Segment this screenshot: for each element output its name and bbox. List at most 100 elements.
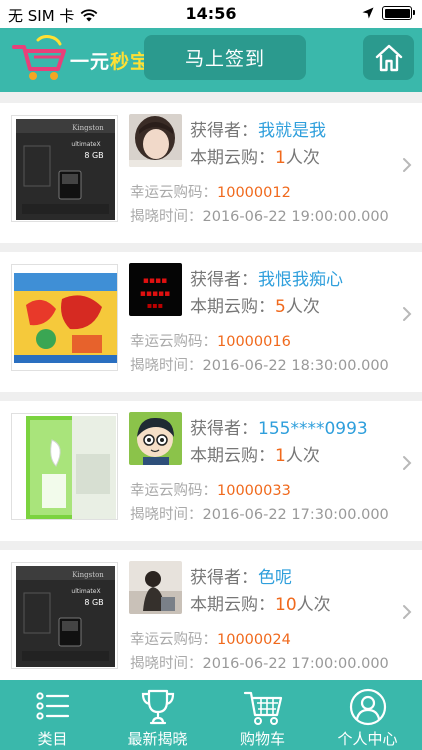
product-image: Kingston ultimateX 8 GB [11,562,118,669]
winner-name[interactable]: 我恨我痴心 [258,270,343,290]
list-item[interactable]: ▪▪▪▪ ▪▪▪▪▪ ▪▪▪ 获得者：我恨我痴心 本期云购：5人次 幸运云购码：… [0,252,422,392]
chevron-right-icon [403,605,412,619]
svg-text:▪▪▪▪▪: ▪▪▪▪▪ [140,289,171,299]
home-icon [375,44,402,71]
list-icon [35,692,69,720]
tab-categories[interactable]: 类目 [0,680,105,750]
reveal-time-value: 2016-06-22 18:30:00.000 [202,358,389,374]
winner-name[interactable]: 色呢 [258,568,292,588]
avatar [129,114,182,167]
participation-unit: 人次 [296,595,331,615]
participation-label: 本期云购： [190,595,275,615]
participation-count: 5 [275,297,286,317]
participation-line: 本期云购：1人次 [190,143,320,168]
lucky-code-value: 10000012 [217,185,291,201]
lucky-code-label: 幸运云购码： [130,334,217,350]
user-icon [349,688,386,726]
winner-line: 获得者：155****0993 [190,414,368,439]
winner-line: 获得者：色呢 [190,563,292,588]
participation-label: 本期云购： [190,446,275,466]
tab-label: 类目 [37,730,68,748]
participation-unit: 人次 [285,297,320,317]
logo-text-main: 一元 [70,51,111,73]
avatar [129,412,182,465]
participation-line: 本期云购：5人次 [190,292,320,317]
participation-unit: 人次 [285,148,320,168]
participation-line: 本期云购：10人次 [190,590,331,615]
product-image: Kingston ultimateX 8 GB [11,115,118,222]
status-bar: 无 SIM 卡 14:56 [0,0,422,28]
winner-label: 获得者： [190,419,258,439]
svg-text:▪▪▪: ▪▪▪ [147,301,163,310]
cart-logo-icon [12,35,66,80]
svg-text:8 GB: 8 GB [84,151,103,160]
avatar: ▪▪▪▪ ▪▪▪▪▪ ▪▪▪ [129,263,182,316]
reveal-time-label: 揭晓时间： [130,507,203,523]
winner-label: 获得者： [190,270,258,290]
tab-label: 个人中心 [337,730,398,748]
svg-text:Kingston: Kingston [72,124,104,132]
lucky-code-line: 幸运云购码：10000033 [130,479,291,500]
svg-text:8 GB: 8 GB [84,598,103,607]
logo-text: 一元秒宝 [70,47,150,74]
winner-label: 获得者： [190,121,258,141]
home-button[interactable] [363,35,414,80]
svg-text:ultimateX: ultimateX [71,141,100,148]
reveal-time-line: 揭晓时间：2016-06-22 19:00:00.000 [130,205,389,226]
tab-label: 购物车 [239,730,285,748]
svg-text:ultimateX: ultimateX [71,588,100,595]
lucky-code-line: 幸运云购码：10000016 [130,330,291,351]
lucky-code-line: 幸运云购码：10000024 [130,628,291,649]
reveal-time-line: 揭晓时间：2016-06-22 17:30:00.000 [130,503,389,524]
svg-text:Kingston: Kingston [72,571,104,579]
status-time: 14:56 [185,4,237,23]
signin-button[interactable]: 马上签到 [144,35,306,80]
product-image [11,413,118,520]
lucky-code-value: 10000033 [217,483,291,499]
participation-count: 1 [275,446,286,466]
app-logo: 一元秒宝 [10,35,156,83]
lucky-code-label: 幸运云购码： [130,632,217,648]
product-image [11,264,118,371]
participation-unit: 人次 [285,446,320,466]
winner-line: 获得者：我恨我痴心 [190,265,343,290]
avatar [129,561,182,614]
participation-count: 1 [275,148,286,168]
lucky-code-value: 10000016 [217,334,291,350]
chevron-right-icon [403,158,412,172]
chevron-right-icon [403,307,412,321]
battery-icon [382,6,415,20]
lucky-code-value: 10000024 [217,632,291,648]
reveal-time-label: 揭晓时间： [130,656,203,672]
header-bar: 一元秒宝 马上签到 [0,28,422,92]
winner-name[interactable]: 155****0993 [258,419,368,439]
list-item[interactable]: Kingston ultimateX 8 GB 获得者：色呢 本期云购：10人次 [0,550,422,680]
winner-line: 获得者：我就是我 [190,116,326,141]
participation-count: 10 [275,595,297,615]
reveal-time-label: 揭晓时间： [130,358,203,374]
participation-label: 本期云购： [190,148,275,168]
winner-name[interactable]: 我就是我 [258,121,326,141]
trophy-icon [141,689,174,725]
svg-text:▪▪▪▪: ▪▪▪▪ [143,276,167,286]
reveal-time-value: 2016-06-22 19:00:00.000 [202,209,389,225]
reveal-time-line: 揭晓时间：2016-06-22 17:00:00.000 [130,652,389,673]
participation-line: 本期云购：1人次 [190,441,320,466]
cart-icon [243,691,282,725]
reveal-time-line: 揭晓时间：2016-06-22 18:30:00.000 [130,354,389,375]
reveal-time-value: 2016-06-22 17:00:00.000 [202,656,389,672]
winner-label: 获得者： [190,568,258,588]
participation-label: 本期云购： [190,297,275,317]
list-item[interactable]: 获得者：155****0993 本期云购：1人次 幸运云购码：10000033 … [0,401,422,541]
lucky-code-line: 幸运云购码：10000012 [130,181,291,202]
lucky-code-label: 幸运云购码： [130,483,217,499]
location-arrow-icon [362,7,374,19]
tab-latest-reveal[interactable]: 最新揭晓 [105,680,210,750]
tab-label: 最新揭晓 [127,730,188,748]
results-list: Kingston ultimateX 8 GB 获得者：我就是我 本期云购：1人 [0,92,422,680]
reveal-time-label: 揭晓时间： [130,209,203,225]
list-item[interactable]: Kingston ultimateX 8 GB 获得者：我就是我 本期云购：1人 [0,103,422,243]
tab-cart[interactable]: 购物车 [210,680,315,750]
tab-profile[interactable]: 个人中心 [315,680,420,750]
lucky-code-label: 幸运云购码： [130,185,217,201]
